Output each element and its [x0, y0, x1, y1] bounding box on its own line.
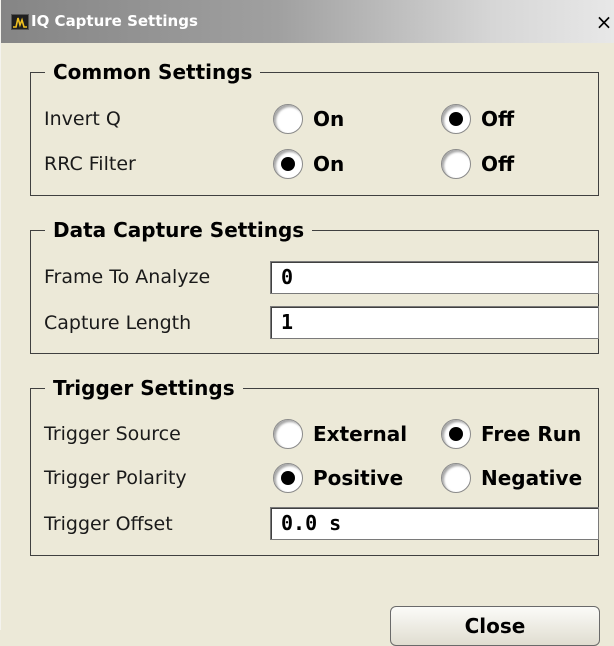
- radio-label: On: [313, 152, 345, 176]
- trigger-source-label: Trigger Source: [44, 423, 181, 445]
- group-title-data-capture: Data Capture Settings: [45, 216, 313, 244]
- radio-selected-dot: [281, 157, 295, 171]
- capture-length-label: Capture Length: [44, 312, 192, 334]
- spectrum-analyzer-icon: [11, 14, 29, 30]
- radio-circle: [441, 149, 471, 179]
- radio-selected-dot: [281, 471, 295, 485]
- radio-label: External: [313, 422, 408, 446]
- radio-circle: [273, 149, 303, 179]
- invert-q-on-radio[interactable]: On: [273, 102, 344, 136]
- trigger-source-external-radio[interactable]: External: [273, 417, 407, 451]
- capture-length-input[interactable]: 1: [270, 306, 599, 339]
- iq-capture-settings-dialog: IQ Capture Settings × Common Settings In…: [0, 0, 614, 646]
- group-title-common: Common Settings: [45, 58, 261, 86]
- trigger-polarity-label: Trigger Polarity: [44, 467, 187, 489]
- trigger-polarity-negative-radio[interactable]: Negative: [441, 461, 582, 495]
- radio-circle: [273, 419, 303, 449]
- trigger-polarity-positive-radio[interactable]: Positive: [273, 461, 403, 495]
- radio-selected-dot: [449, 427, 463, 441]
- radio-label: Positive: [313, 466, 404, 490]
- radio-label: On: [313, 107, 345, 131]
- frame-to-analyze-label: Frame To Analyze: [44, 266, 211, 288]
- group-title-trigger: Trigger Settings: [45, 374, 243, 402]
- trigger-offset-input[interactable]: 0.0 s: [270, 507, 599, 540]
- frame-to-analyze-input[interactable]: 0: [270, 261, 599, 294]
- radio-label: Off: [481, 152, 515, 176]
- window-title: IQ Capture Settings: [31, 12, 198, 30]
- invert-q-off-radio[interactable]: Off: [441, 102, 514, 136]
- trigger-offset-label: Trigger Offset: [44, 513, 173, 535]
- radio-label: Free Run: [481, 422, 582, 446]
- rrc-filter-label: RRC Filter: [44, 153, 136, 175]
- close-button[interactable]: Close: [390, 606, 600, 646]
- radio-selected-dot: [449, 112, 463, 126]
- radio-circle: [441, 104, 471, 134]
- title-bar[interactable]: IQ Capture Settings ×: [1, 0, 614, 43]
- rrc-filter-on-radio[interactable]: On: [273, 147, 344, 181]
- radio-label: Negative: [481, 466, 583, 490]
- radio-circle: [441, 419, 471, 449]
- radio-circle: [273, 463, 303, 493]
- rrc-filter-off-radio[interactable]: Off: [441, 147, 514, 181]
- trigger-source-free-run-radio[interactable]: Free Run: [441, 417, 581, 451]
- radio-circle: [273, 104, 303, 134]
- radio-label: Off: [481, 107, 515, 131]
- close-icon[interactable]: ×: [593, 12, 614, 34]
- invert-q-label: Invert Q: [44, 108, 121, 130]
- radio-circle: [441, 463, 471, 493]
